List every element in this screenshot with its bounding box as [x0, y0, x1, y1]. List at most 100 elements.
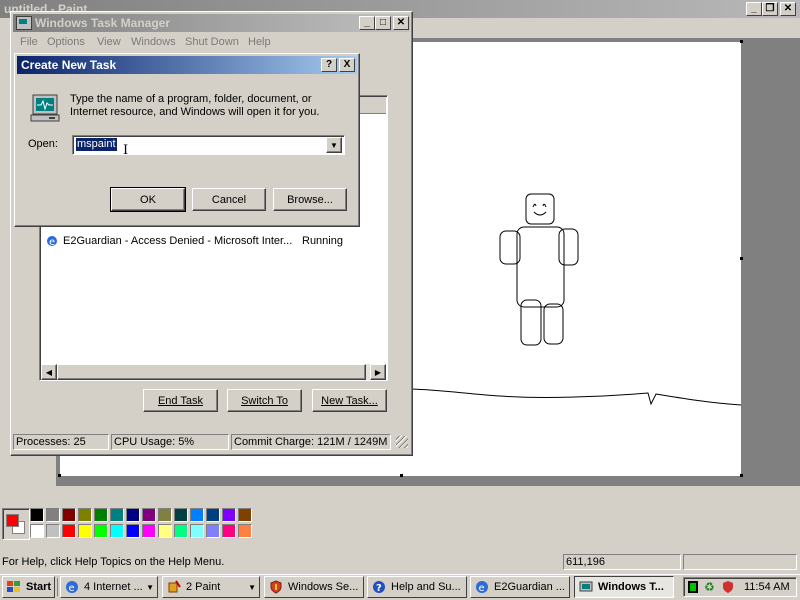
taskbar-item-paint[interactable]: 2 Paint ▼: [162, 576, 260, 598]
open-input[interactable]: mspaint: [76, 138, 117, 151]
canvas-handle[interactable]: [740, 474, 743, 477]
paint-maximize-button[interactable]: ❐: [762, 2, 778, 16]
color-swatch[interactable]: [174, 508, 188, 522]
network-icon[interactable]: ♻: [704, 580, 715, 594]
table-row[interactable]: e E2Guardian - Access Denied - Microsoft…: [42, 233, 382, 249]
color-swatch[interactable]: [78, 524, 92, 538]
horizontal-scrollbar[interactable]: ◀ ▶: [41, 364, 386, 380]
cpu-usage: CPU Usage: 5%: [111, 434, 229, 450]
chevron-down-icon: ▼: [146, 582, 154, 592]
taskmgr-icon: [578, 579, 594, 595]
color-swatch[interactable]: [30, 508, 44, 522]
menu-options[interactable]: Options: [47, 36, 85, 48]
ok-button[interactable]: OK: [110, 187, 186, 212]
menu-help[interactable]: Help: [248, 36, 271, 48]
dialog-description: Type the name of a program, folder, docu…: [70, 93, 320, 118]
new-task-label: New Task...: [321, 394, 378, 407]
run-computer-icon: [29, 92, 61, 124]
taskmgr-icon: [16, 16, 32, 30]
color-swatch[interactable]: [46, 524, 60, 538]
color-swatch[interactable]: [46, 508, 60, 522]
paint-size-cell: [683, 554, 797, 570]
new-task-button[interactable]: New Task...: [312, 389, 387, 412]
color-swatch[interactable]: [142, 508, 156, 522]
taskmgr-title-bar[interactable]: Windows Task Manager: [13, 14, 410, 32]
foreground-color-swatch: [6, 514, 19, 527]
color-swatch[interactable]: [206, 524, 220, 538]
color-swatch[interactable]: [190, 508, 204, 522]
color-swatch[interactable]: [238, 508, 252, 522]
color-swatch[interactable]: [142, 524, 156, 538]
security-shield-icon[interactable]: [722, 580, 734, 594]
taskbar-item-windows-security[interactable]: Windows Se...: [264, 576, 364, 598]
color-swatch[interactable]: [62, 524, 76, 538]
taskbar-item-label: Windows Se...: [288, 581, 359, 593]
clock[interactable]: 11:54 AM: [744, 581, 790, 593]
canvas-handle[interactable]: [58, 474, 61, 477]
color-swatch[interactable]: [174, 524, 188, 538]
color-swatch[interactable]: [30, 524, 44, 538]
paint-coords: 611,196: [563, 554, 681, 570]
scroll-left-button[interactable]: ◀: [41, 364, 57, 380]
cpu-meter-icon[interactable]: [688, 581, 698, 593]
menu-file[interactable]: File: [20, 36, 38, 48]
taskbar-item-internet[interactable]: e 4 Internet ... ▼: [60, 576, 158, 598]
color-swatch[interactable]: [110, 508, 124, 522]
color-swatch[interactable]: [94, 508, 108, 522]
paint-close-button[interactable]: ✕: [780, 2, 796, 16]
svg-text:?: ?: [376, 583, 382, 594]
taskmgr-maximize-button[interactable]: □: [375, 16, 391, 30]
taskbar-item-label: Windows T...: [598, 581, 664, 593]
paint-help-text: For Help, click Help Topics on the Help …: [2, 556, 225, 568]
paint-minimize-button[interactable]: _: [746, 2, 762, 16]
color-swatch[interactable]: [158, 508, 172, 522]
taskbar-item-label: E2Guardian ...: [494, 581, 565, 593]
browse-button[interactable]: Browse...: [273, 188, 347, 211]
color-swatch[interactable]: [238, 524, 252, 538]
color-swatch[interactable]: [222, 508, 236, 522]
paint-status-bar: For Help, click Help Topics on the Help …: [0, 552, 800, 574]
taskbar-item-help[interactable]: ? Help and Su...: [367, 576, 467, 598]
menu-windows[interactable]: Windows: [131, 36, 176, 48]
taskbar-item-task-manager[interactable]: Windows T...: [574, 576, 674, 598]
color-swatch[interactable]: [126, 524, 140, 538]
open-label: Open:: [28, 138, 58, 150]
menu-view[interactable]: View: [97, 36, 121, 48]
open-combobox[interactable]: mspaint ▼: [72, 135, 345, 155]
taskmgr-close-button[interactable]: ✕: [393, 16, 409, 30]
dialog-help-button[interactable]: ?: [321, 58, 337, 72]
taskmgr-minimize-button[interactable]: _: [359, 16, 375, 30]
color-swatch[interactable]: [206, 508, 220, 522]
color-swatch[interactable]: [190, 524, 204, 538]
color-swatch[interactable]: [222, 524, 236, 538]
scroll-right-button[interactable]: ▶: [370, 364, 386, 380]
open-dropdown-button[interactable]: ▼: [326, 137, 342, 153]
dialog-close-button[interactable]: X: [339, 58, 355, 72]
menu-shut-down[interactable]: Shut Down: [185, 36, 239, 48]
end-task-label: End Task: [157, 394, 204, 407]
system-tray: ♻ 11:54 AM: [683, 577, 797, 597]
canvas-handle[interactable]: [740, 257, 743, 260]
current-colors[interactable]: [2, 508, 30, 540]
help-icon: ?: [371, 579, 387, 595]
commit-charge: Commit Charge: 121M / 1249M: [231, 434, 391, 450]
switch-to-button[interactable]: Switch To: [227, 389, 302, 412]
switch-to-label: Switch To: [241, 394, 288, 407]
create-new-task-dialog: Create New Task ? X Type the name of a p…: [14, 53, 360, 227]
color-swatch[interactable]: [126, 508, 140, 522]
color-swatch[interactable]: [94, 524, 108, 538]
color-swatch[interactable]: [78, 508, 92, 522]
end-task-button[interactable]: End Task: [143, 389, 218, 412]
resize-grip[interactable]: [396, 436, 408, 448]
color-swatch[interactable]: [62, 508, 76, 522]
cancel-button[interactable]: Cancel: [192, 188, 266, 211]
start-button[interactable]: Start: [2, 576, 55, 598]
color-swatch[interactable]: [110, 524, 124, 538]
canvas-handle[interactable]: [400, 474, 403, 477]
dialog-title-bar[interactable]: Create New Task: [17, 56, 357, 74]
scroll-thumb[interactable]: [57, 364, 366, 380]
canvas-handle[interactable]: [740, 40, 743, 43]
taskbar-item-label: Help and Su...: [391, 581, 461, 593]
color-swatch[interactable]: [158, 524, 172, 538]
taskbar-item-e2guardian[interactable]: e E2Guardian ...: [470, 576, 570, 598]
